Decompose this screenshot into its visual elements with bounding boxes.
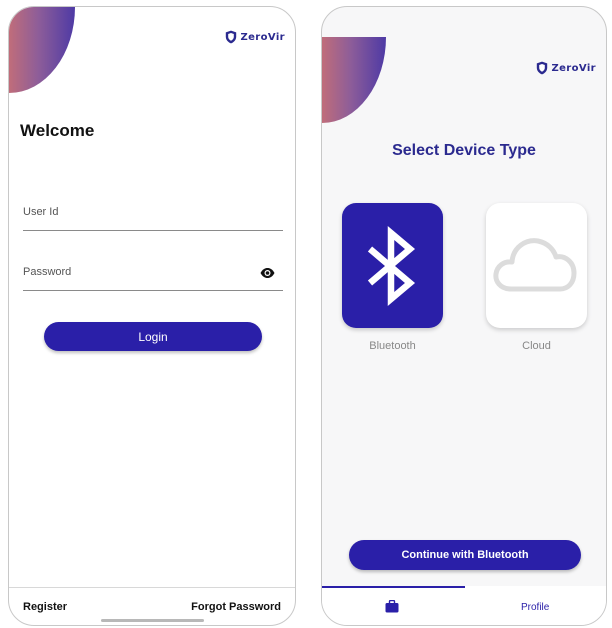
forgot-password-link[interactable]: Forgot Password [191, 601, 281, 613]
cloud-option-label: Cloud [522, 340, 551, 352]
bluetooth-option-card[interactable] [342, 203, 443, 328]
home-indicator [101, 619, 204, 622]
briefcase-icon[interactable] [385, 600, 399, 613]
login-button[interactable]: Login [44, 322, 262, 351]
brand-name: ZeroVir [240, 31, 285, 43]
cloud-icon [493, 238, 577, 292]
decorative-corner-shape [322, 37, 386, 123]
active-tab-indicator [322, 586, 465, 588]
shield-icon [537, 61, 548, 75]
eye-icon[interactable] [260, 268, 275, 278]
device-select-screen: ZeroVir Select Device Type Bluetooth Clo… [321, 6, 607, 626]
brand-logo: ZeroVir [225, 30, 285, 44]
login-screen: ZeroVir Welcome Login Register Forgot Pa… [8, 6, 296, 626]
cloud-option-card[interactable] [486, 203, 587, 328]
bluetooth-icon [367, 226, 416, 306]
bluetooth-option-label: Bluetooth [369, 340, 416, 352]
bottom-links-bar: Register Forgot Password [9, 587, 295, 625]
page-title: Select Device Type [392, 142, 536, 159]
user-id-input[interactable] [23, 197, 283, 230]
welcome-heading: Welcome [20, 121, 95, 140]
tab-profile[interactable]: Profile [521, 602, 549, 613]
bottom-tab-bar: Profile [322, 586, 606, 625]
brand-name: ZeroVir [551, 62, 596, 74]
user-id-field [23, 197, 283, 231]
decorative-corner-shape [9, 7, 75, 93]
register-link[interactable]: Register [23, 601, 67, 613]
password-field [23, 257, 283, 291]
continue-button[interactable]: Continue with Bluetooth [349, 540, 581, 570]
shield-icon [226, 30, 237, 44]
brand-logo: ZeroVir [536, 61, 596, 75]
password-input[interactable] [23, 257, 283, 290]
